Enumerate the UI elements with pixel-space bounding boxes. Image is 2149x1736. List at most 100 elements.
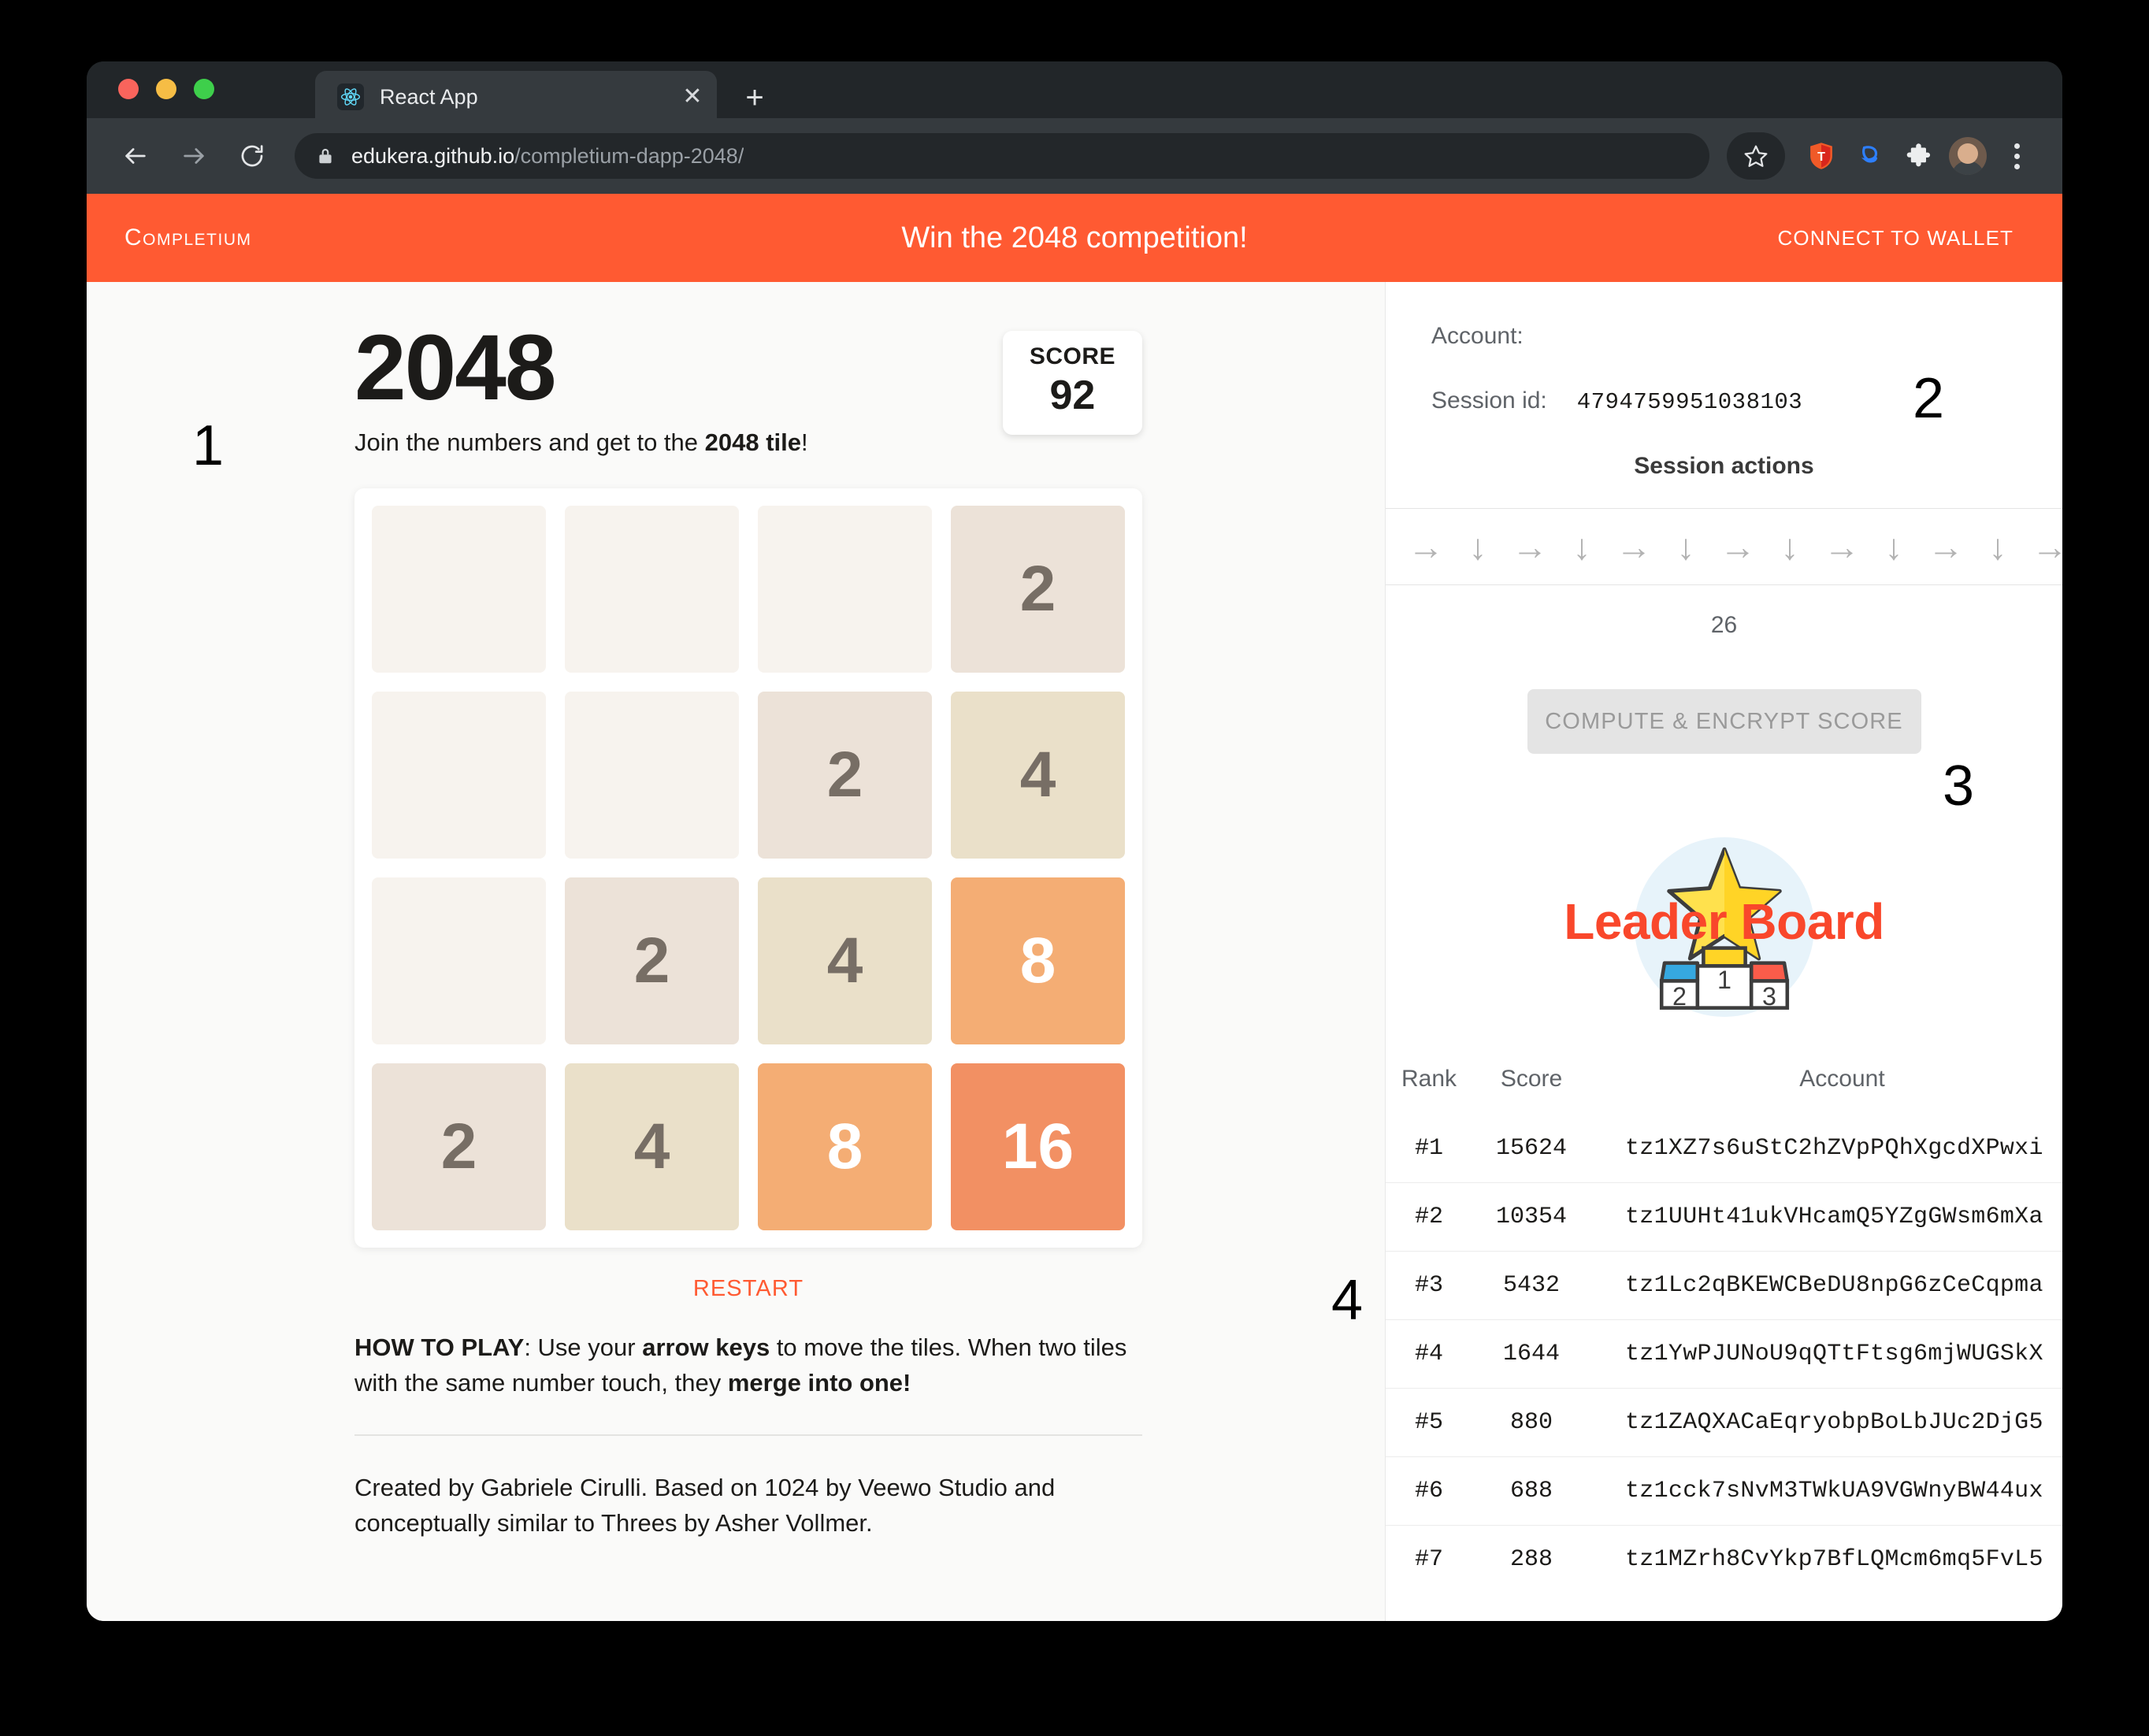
close-tab-icon[interactable]: ✕ <box>674 85 711 109</box>
tab-title: React App <box>380 84 478 109</box>
session-panel: Account: Session id: 4794759951038103 Se… <box>1385 282 2062 1621</box>
table-row: #6 688 tz1cck7sNvM3TWkUA9VGWnyBW44ux <box>1386 1456 2062 1526</box>
game-board[interactable]: 2 2 4 2 4 8 2 4 8 16 <box>354 488 1142 1248</box>
app-header-bar: Completium Win the 2048 competition! CON… <box>87 194 2062 282</box>
table-row: #1 15624 tz1XZ7s6uStC2hZVpPQhXgcdXPwxi <box>1386 1115 2062 1183</box>
account-row: Account: <box>1431 323 2017 350</box>
leaderboard-rank: #2 <box>1386 1182 1472 1252</box>
leaderboard-table: Rank Score Account #1 15624 tz1XZ7s6uStC2h… <box>1386 1058 2062 1593</box>
leaderboard-score: 1644 <box>1472 1319 1590 1389</box>
column-header-score: Score <box>1500 1066 1563 1092</box>
leaderboard-score: 5432 <box>1472 1251 1590 1320</box>
tile-4: 4 <box>565 1063 739 1230</box>
session-actions-list[interactable]: →↓→↓→↓→↓→↓→↓→↓→↓ <box>1386 508 2062 585</box>
react-logo-icon <box>337 83 364 110</box>
tile-empty <box>758 505 932 673</box>
maximize-window-button[interactable] <box>194 79 214 99</box>
how-to-play-1: : Use your <box>524 1333 643 1361</box>
leaderboard-logo: 1 2 3 Leader Board <box>1386 815 2062 1052</box>
reload-icon[interactable] <box>232 135 273 176</box>
shield-extension-icon[interactable]: T <box>1799 134 1843 178</box>
leaderboard-rank: #4 <box>1386 1319 1472 1389</box>
screenshot-root: React App ✕ + edukera.github.io/completi… <box>0 0 2149 1736</box>
forward-icon[interactable] <box>173 135 214 176</box>
leaderboard-account: tz1ZAQXACaEqryobpBoLbJUc2DjG5 <box>1590 1388 2062 1457</box>
tile-4: 4 <box>758 877 932 1044</box>
browser-menu-icon[interactable] <box>1995 134 2039 178</box>
app-brand[interactable]: Completium <box>124 224 252 251</box>
tile-empty <box>372 691 546 859</box>
arrow-down-icon: ↓ <box>1676 526 1695 567</box>
table-row: #3 5432 tz1Lc2qBKEWCBeDU8npG6zCeCqpma <box>1386 1251 2062 1320</box>
arrow-right-icon: → <box>1512 526 1548 567</box>
back-icon[interactable] <box>115 135 156 176</box>
game-container: 2048 Join the numbers and get to the 204… <box>354 316 1142 1541</box>
how-to-play-bold-1: arrow keys <box>642 1333 770 1361</box>
arrow-right-icon: → <box>1408 526 1444 567</box>
leaderboard-rank: #7 <box>1386 1525 1472 1593</box>
lock-icon <box>315 146 336 166</box>
toolbar-icons: T <box>1727 132 2062 180</box>
close-window-button[interactable] <box>118 79 139 99</box>
bookmark-star-icon[interactable] <box>1727 132 1785 180</box>
divider <box>354 1434 1142 1436</box>
score-box: SCORE 92 <box>1002 331 1142 435</box>
credits-text: Created by Gabriele Cirulli. Based on 10… <box>354 1473 1056 1537</box>
tile-empty <box>372 877 546 1044</box>
arrow-right-icon: → <box>1720 526 1756 567</box>
svg-text:2: 2 <box>1672 982 1687 1011</box>
web-page: Completium Win the 2048 competition! CON… <box>87 194 2062 1621</box>
browser-tab[interactable]: React App ✕ <box>315 71 717 123</box>
account-block: Account: Session id: 4794759951038103 <box>1386 282 2062 415</box>
arrow-right-icon: → <box>2024 529 2062 565</box>
session-id-row: Session id: 4794759951038103 <box>1431 388 2017 415</box>
session-actions-count: 26 <box>1710 612 1738 638</box>
tile-2: 2 <box>951 505 1125 673</box>
leaderboard-account: tz1MZrh8CvYkp7BfLQMcm6mq5FvL5 <box>1590 1525 2062 1593</box>
url-text: edukera.github.io/completium-dapp-2048/ <box>351 144 744 169</box>
game-header: 2048 Join the numbers and get to the 204… <box>354 316 1142 457</box>
url-host: edukera.github.io <box>351 143 515 168</box>
connect-to-wallet-button[interactable]: CONNECT TO WALLET <box>1778 226 2014 250</box>
tile-16: 16 <box>951 1063 1125 1230</box>
game-heading-block: 2048 Join the numbers and get to the 204… <box>354 316 808 457</box>
tile-empty <box>372 505 546 673</box>
how-to-play-bold-2: merge into one! <box>727 1368 911 1397</box>
tile-2: 2 <box>758 691 932 859</box>
url-path: /completium-dapp-2048/ <box>514 143 744 168</box>
tile-2: 2 <box>565 877 739 1044</box>
column-header-rank: Rank <box>1401 1066 1457 1092</box>
session-id-value: 4794759951038103 <box>1576 389 1803 415</box>
leaderboard-rank: #3 <box>1386 1251 1472 1320</box>
tile-2: 2 <box>372 1063 546 1230</box>
arrow-right-icon: → <box>1928 526 1964 567</box>
address-bar[interactable]: edukera.github.io/completium-dapp-2048/ <box>295 133 1709 179</box>
session-actions-title: Session actions <box>1634 453 1814 479</box>
leaderboard-score: 15624 <box>1495 1135 1567 1162</box>
compute-and-encrypt-score-button[interactable]: COMPUTE & ENCRYPT SCORE <box>1527 689 1921 754</box>
puzzle-extensions-icon[interactable] <box>1897 134 1941 178</box>
minimize-window-button[interactable] <box>156 79 176 99</box>
leaderboard-account: tz1XZ7s6uStC2hZVpPQhXgcdXPwxi <box>1625 1135 2043 1162</box>
leaderboard-heading: Leader Board <box>1564 893 1884 950</box>
leaderboard-score: 288 <box>1472 1525 1590 1593</box>
avatar[interactable] <box>1946 134 1990 178</box>
score-label: SCORE <box>1029 343 1115 369</box>
account-label: Account: <box>1431 323 1524 349</box>
app-title: Win the 2048 competition! <box>901 221 1248 254</box>
game-subtitle-bold: 2048 tile <box>704 428 802 456</box>
page-columns: 2048 Join the numbers and get to the 204… <box>87 282 2062 1621</box>
tile-grid: 2 2 4 2 4 8 2 4 8 16 <box>372 505 1125 1230</box>
page-title: 2048 <box>354 316 557 420</box>
arrow-right-icon: → <box>1824 526 1860 567</box>
arrow-down-icon: ↓ <box>1468 526 1487 567</box>
svg-text:3: 3 <box>1762 982 1776 1011</box>
wallet-extension-icon[interactable] <box>1848 134 1892 178</box>
new-tab-button[interactable]: + <box>739 82 770 113</box>
restart-button[interactable]: RESTART <box>354 1276 1142 1302</box>
how-to-play-text: HOW TO PLAY: Use your arrow keys to move… <box>354 1330 1142 1401</box>
browser-toolbar: edukera.github.io/completium-dapp-2048/ … <box>87 118 2062 194</box>
svg-text:1: 1 <box>1717 966 1731 994</box>
game-panel: 2048 Join the numbers and get to the 204… <box>87 282 1385 1621</box>
table-row: #2 10354 tz1UUHt41ukVHcamQ5YZgGWsm6mXa <box>1386 1182 2062 1252</box>
